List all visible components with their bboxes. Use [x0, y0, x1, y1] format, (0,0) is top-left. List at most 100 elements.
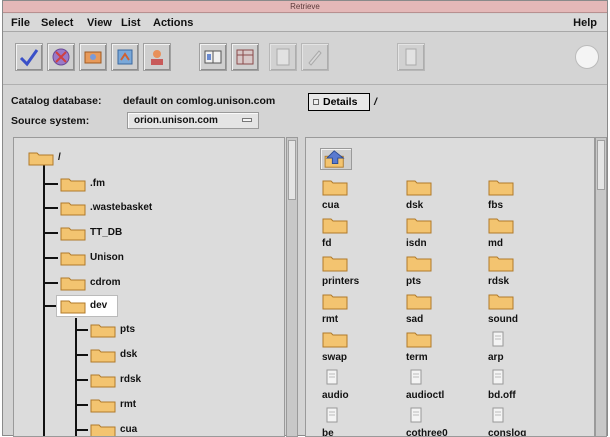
grid-item-rmt[interactable]: rmt — [322, 292, 382, 332]
grid-item-conslog[interactable]: conslog — [488, 406, 548, 436]
grid-item-swap[interactable]: swap — [322, 330, 382, 370]
device-file-icon — [492, 407, 504, 423]
ticket-button[interactable] — [79, 43, 107, 71]
grid-item-sound[interactable]: sound — [488, 292, 548, 332]
device-file-icon — [326, 369, 338, 385]
grid-item-label: dsk — [406, 200, 424, 211]
menu-file[interactable]: File — [11, 17, 30, 29]
grid-item-cua[interactable]: cua — [322, 178, 382, 218]
up-arrow-icon — [324, 150, 345, 168]
device-file-icon — [410, 407, 422, 423]
user-button[interactable] — [143, 43, 171, 71]
folder-icon — [488, 180, 514, 196]
refresh-button[interactable] — [111, 43, 139, 71]
folder-icon — [406, 180, 432, 196]
folder-icon — [488, 256, 514, 272]
grid-item-label: cua — [322, 200, 340, 211]
tree-pane[interactable]: / .fm .wastebasket TT_DB Unison cdrom de… — [13, 137, 285, 437]
folder-icon — [406, 218, 432, 234]
menu-select[interactable]: Select — [41, 17, 73, 29]
tree-item-dev[interactable]: dev — [90, 300, 107, 311]
grid-item-label: isdn — [406, 238, 427, 249]
grid-item-isdn[interactable]: isdn — [406, 216, 466, 256]
restore-button[interactable] — [47, 43, 75, 71]
source-system-select[interactable]: orion.unison.com — [127, 112, 259, 129]
window-title: Retrieve — [3, 1, 607, 13]
grid-item-bd-off[interactable]: bd.off — [488, 368, 548, 408]
current-path: / — [374, 96, 377, 108]
help-circle-icon[interactable] — [575, 45, 599, 69]
folder-icon — [488, 218, 514, 234]
file-button[interactable] — [397, 43, 425, 71]
tree-scroll-thumb[interactable] — [288, 140, 296, 200]
folder-icon — [60, 178, 86, 192]
grid-item-audioctl[interactable]: audioctl — [406, 368, 466, 408]
device-file-icon — [410, 369, 422, 385]
grid-item-arp[interactable]: arp — [488, 330, 548, 370]
grid-item-sad[interactable]: sad — [406, 292, 466, 332]
folder-icon — [322, 180, 348, 196]
grid-item-label: rdsk — [488, 276, 510, 287]
folder-icon — [406, 256, 432, 272]
book-button[interactable] — [199, 43, 227, 71]
parent-folder-button[interactable] — [320, 148, 352, 170]
grid-item-label: bd.off — [488, 390, 516, 401]
menu-list[interactable]: List — [121, 17, 141, 29]
source-system-value: orion.unison.com — [134, 115, 218, 126]
tree-item-unison[interactable]: Unison — [90, 252, 124, 263]
device-file-icon — [492, 369, 504, 385]
table-icon — [236, 49, 254, 65]
edit-button[interactable] — [301, 43, 329, 71]
details-button[interactable]: Details — [308, 93, 370, 111]
grid-item-printers[interactable]: printers — [322, 254, 382, 294]
menu-help[interactable]: Help — [573, 17, 597, 29]
checkbox-icon — [313, 99, 319, 105]
contents-scrollbar[interactable] — [595, 137, 607, 437]
menu-actions[interactable]: Actions — [153, 17, 193, 29]
document-button[interactable] — [269, 43, 297, 71]
restore-icon — [52, 48, 70, 66]
edit-icon — [308, 50, 322, 66]
menu-view[interactable]: View — [87, 17, 112, 29]
grid-item-dsk[interactable]: dsk — [406, 178, 466, 218]
folder-icon — [90, 349, 116, 363]
book-icon — [204, 50, 222, 64]
grid-item-pts[interactable]: pts — [406, 254, 466, 294]
folder-icon — [322, 256, 348, 272]
device-file-icon — [492, 331, 504, 347]
grid-item-be[interactable]: be — [322, 406, 382, 436]
grid-item-label: pts — [406, 276, 421, 287]
grid-item-fd[interactable]: fd — [322, 216, 382, 256]
folder-icon — [322, 218, 348, 234]
grid-item-label: md — [488, 238, 503, 249]
grid-item-cothree0[interactable]: cothree0 — [406, 406, 466, 436]
grid-item-term[interactable]: term — [406, 330, 466, 370]
tree-item-tt-db[interactable]: TT_DB — [90, 227, 122, 238]
tree-item-pts[interactable]: pts — [120, 324, 135, 335]
table-button[interactable] — [231, 43, 259, 71]
tree-item-rdsk[interactable]: rdsk — [120, 374, 141, 385]
tree-item-cdrom[interactable]: cdrom — [90, 277, 121, 288]
grid-item-label: sad — [406, 314, 424, 325]
tree-item-rmt[interactable]: rmt — [120, 399, 136, 410]
contents-scroll-thumb[interactable] — [597, 140, 605, 190]
tree-root-label[interactable]: / — [58, 152, 61, 163]
tree-item-fm[interactable]: .fm — [90, 178, 105, 189]
check-button[interactable] — [15, 43, 43, 71]
tree-item-wastebasket[interactable]: .wastebasket — [90, 202, 152, 213]
folder-icon — [90, 374, 116, 388]
folder-icon — [322, 294, 348, 310]
ticket-icon — [84, 51, 102, 64]
grid-item-rdsk[interactable]: rdsk — [488, 254, 548, 294]
toolbar — [3, 33, 607, 85]
tree-scrollbar[interactable] — [286, 137, 298, 437]
grid-item-md[interactable]: md — [488, 216, 548, 256]
dropdown-icon — [242, 118, 252, 122]
folder-icon — [60, 227, 86, 241]
grid-item-fbs[interactable]: fbs — [488, 178, 548, 218]
source-label: Source system: — [11, 115, 90, 127]
grid-item-audio[interactable]: audio — [322, 368, 382, 408]
contents-pane[interactable]: cua dsk fbs fd isdn md printers pts rdsk rmt sad so… — [305, 137, 595, 437]
tree-item-dsk[interactable]: dsk — [120, 349, 137, 360]
tree-item-cua[interactable]: cua — [120, 424, 137, 435]
